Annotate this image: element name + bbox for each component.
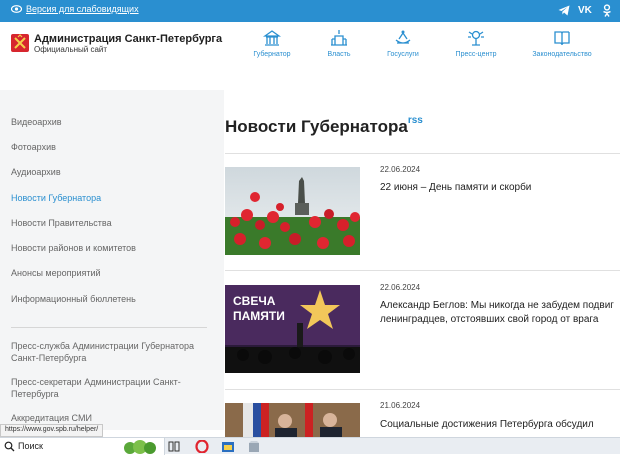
vk-icon[interactable]: VK bbox=[578, 3, 592, 19]
nav-press-center[interactable]: Пресс-центр bbox=[441, 28, 511, 58]
spb-emblem-icon[interactable] bbox=[11, 34, 29, 52]
nav-press-center-label: Пресс-центр bbox=[455, 51, 497, 58]
eye-icon bbox=[11, 5, 22, 13]
sidebar-item-governor-news[interactable]: Новости Губернатора bbox=[11, 193, 101, 203]
news-image-meeting[interactable] bbox=[225, 403, 360, 437]
telegram-icon[interactable] bbox=[558, 5, 570, 16]
divider bbox=[225, 270, 620, 271]
sidebar-item-photo-archive[interactable]: Фотоархив bbox=[11, 142, 56, 152]
site-title[interactable]: Администрация Санкт-Петербурга bbox=[34, 33, 222, 45]
news-date: 22.06.2024 bbox=[380, 165, 421, 174]
news-title-link[interactable]: Социальные достижения Петербурга обсудил bbox=[380, 418, 620, 432]
sidebar-item-district-news[interactable]: Новости районов и комитетов bbox=[11, 243, 136, 253]
opera-browser-icon[interactable] bbox=[195, 440, 209, 453]
sidebar-divider bbox=[11, 327, 207, 328]
sidebar-item-video-archive[interactable]: Видеоархив bbox=[11, 117, 62, 127]
taskbar-search[interactable]: Поиск bbox=[0, 438, 165, 455]
sidebar-item-event-announcements[interactable]: Анонсы мероприятий bbox=[11, 268, 101, 278]
file-manager-icon[interactable] bbox=[247, 440, 261, 453]
sidebar-item-media-accreditation[interactable]: Аккредитация СМИ bbox=[11, 413, 92, 423]
search-icon bbox=[4, 441, 15, 452]
sidebar-item-info-bulletin[interactable]: Информационный бюллетень bbox=[11, 294, 136, 304]
sidebar-item-government-news[interactable]: Новости Правительства bbox=[11, 218, 112, 228]
news-image-memorial[interactable] bbox=[225, 167, 360, 255]
page-title-text: Новости Губернатора bbox=[225, 117, 408, 136]
nav-power[interactable]: Власть bbox=[304, 28, 374, 58]
accessibility-link[interactable]: Версия для слабовидящих bbox=[11, 4, 139, 14]
status-url: https://www.gov.spb.ru/helper/ bbox=[0, 424, 104, 437]
news-date: 22.06.2024 bbox=[380, 283, 421, 292]
sidebar-item-press-secretaries[interactable]: Пресс-секретари Администрации Санкт-Пете… bbox=[11, 376, 207, 400]
nav-services-label: Госуслуги bbox=[387, 51, 419, 58]
news-date: 21.06.2024 bbox=[380, 401, 421, 410]
services-icon bbox=[395, 30, 411, 44]
governor-icon bbox=[262, 30, 282, 46]
top-bar: Версия для слабовидящих VK bbox=[0, 0, 620, 22]
news-title-link[interactable]: 22 июня – День памяти и скорби bbox=[380, 181, 620, 195]
nav-governor[interactable]: Губернатор bbox=[237, 28, 307, 58]
nav-governor-label: Губернатор bbox=[253, 51, 291, 58]
divider bbox=[225, 389, 620, 390]
rss-link[interactable]: rss bbox=[408, 115, 423, 126]
news-image-caption: СВЕЧА ПАМЯТИ bbox=[233, 294, 285, 323]
government-building-icon bbox=[331, 30, 347, 46]
press-center-icon bbox=[468, 30, 484, 46]
accessibility-label: Версия для слабовидящих bbox=[26, 4, 139, 14]
sidebar: Видеоархив Фотоархив Аудиоархив Новости … bbox=[0, 90, 224, 430]
nav-power-label: Власть bbox=[327, 51, 351, 58]
taskbar-search-label: Поиск bbox=[18, 441, 43, 451]
site-header: Администрация Санкт-Петербурга Официальн… bbox=[0, 22, 620, 90]
law-book-icon bbox=[554, 31, 570, 46]
news-image-candle-memory[interactable]: СВЕЧА ПАМЯТИ bbox=[225, 285, 360, 373]
odnoklassniki-icon[interactable] bbox=[602, 4, 612, 18]
news-title-link[interactable]: Александр Беглов: Мы никогда не забудем … bbox=[380, 299, 620, 327]
page-title: Новости Губернатораrss bbox=[225, 115, 423, 137]
taskbar: Поиск bbox=[0, 437, 620, 455]
nav-legislation[interactable]: Законодательство bbox=[527, 28, 597, 58]
sidebar-item-press-service[interactable]: Пресс-служба Администрации Губернатора С… bbox=[11, 340, 207, 364]
nav-services[interactable]: Госуслуги bbox=[368, 28, 438, 58]
app-window-icon[interactable] bbox=[221, 440, 235, 453]
divider bbox=[225, 153, 620, 154]
task-view-icon[interactable] bbox=[167, 440, 181, 453]
nature-widget-icon bbox=[124, 440, 156, 454]
sidebar-item-audio-archive[interactable]: Аудиоархив bbox=[11, 167, 61, 177]
nav-legislation-label: Законодательство bbox=[532, 51, 592, 58]
site-subtitle: Официальный сайт bbox=[34, 45, 108, 54]
